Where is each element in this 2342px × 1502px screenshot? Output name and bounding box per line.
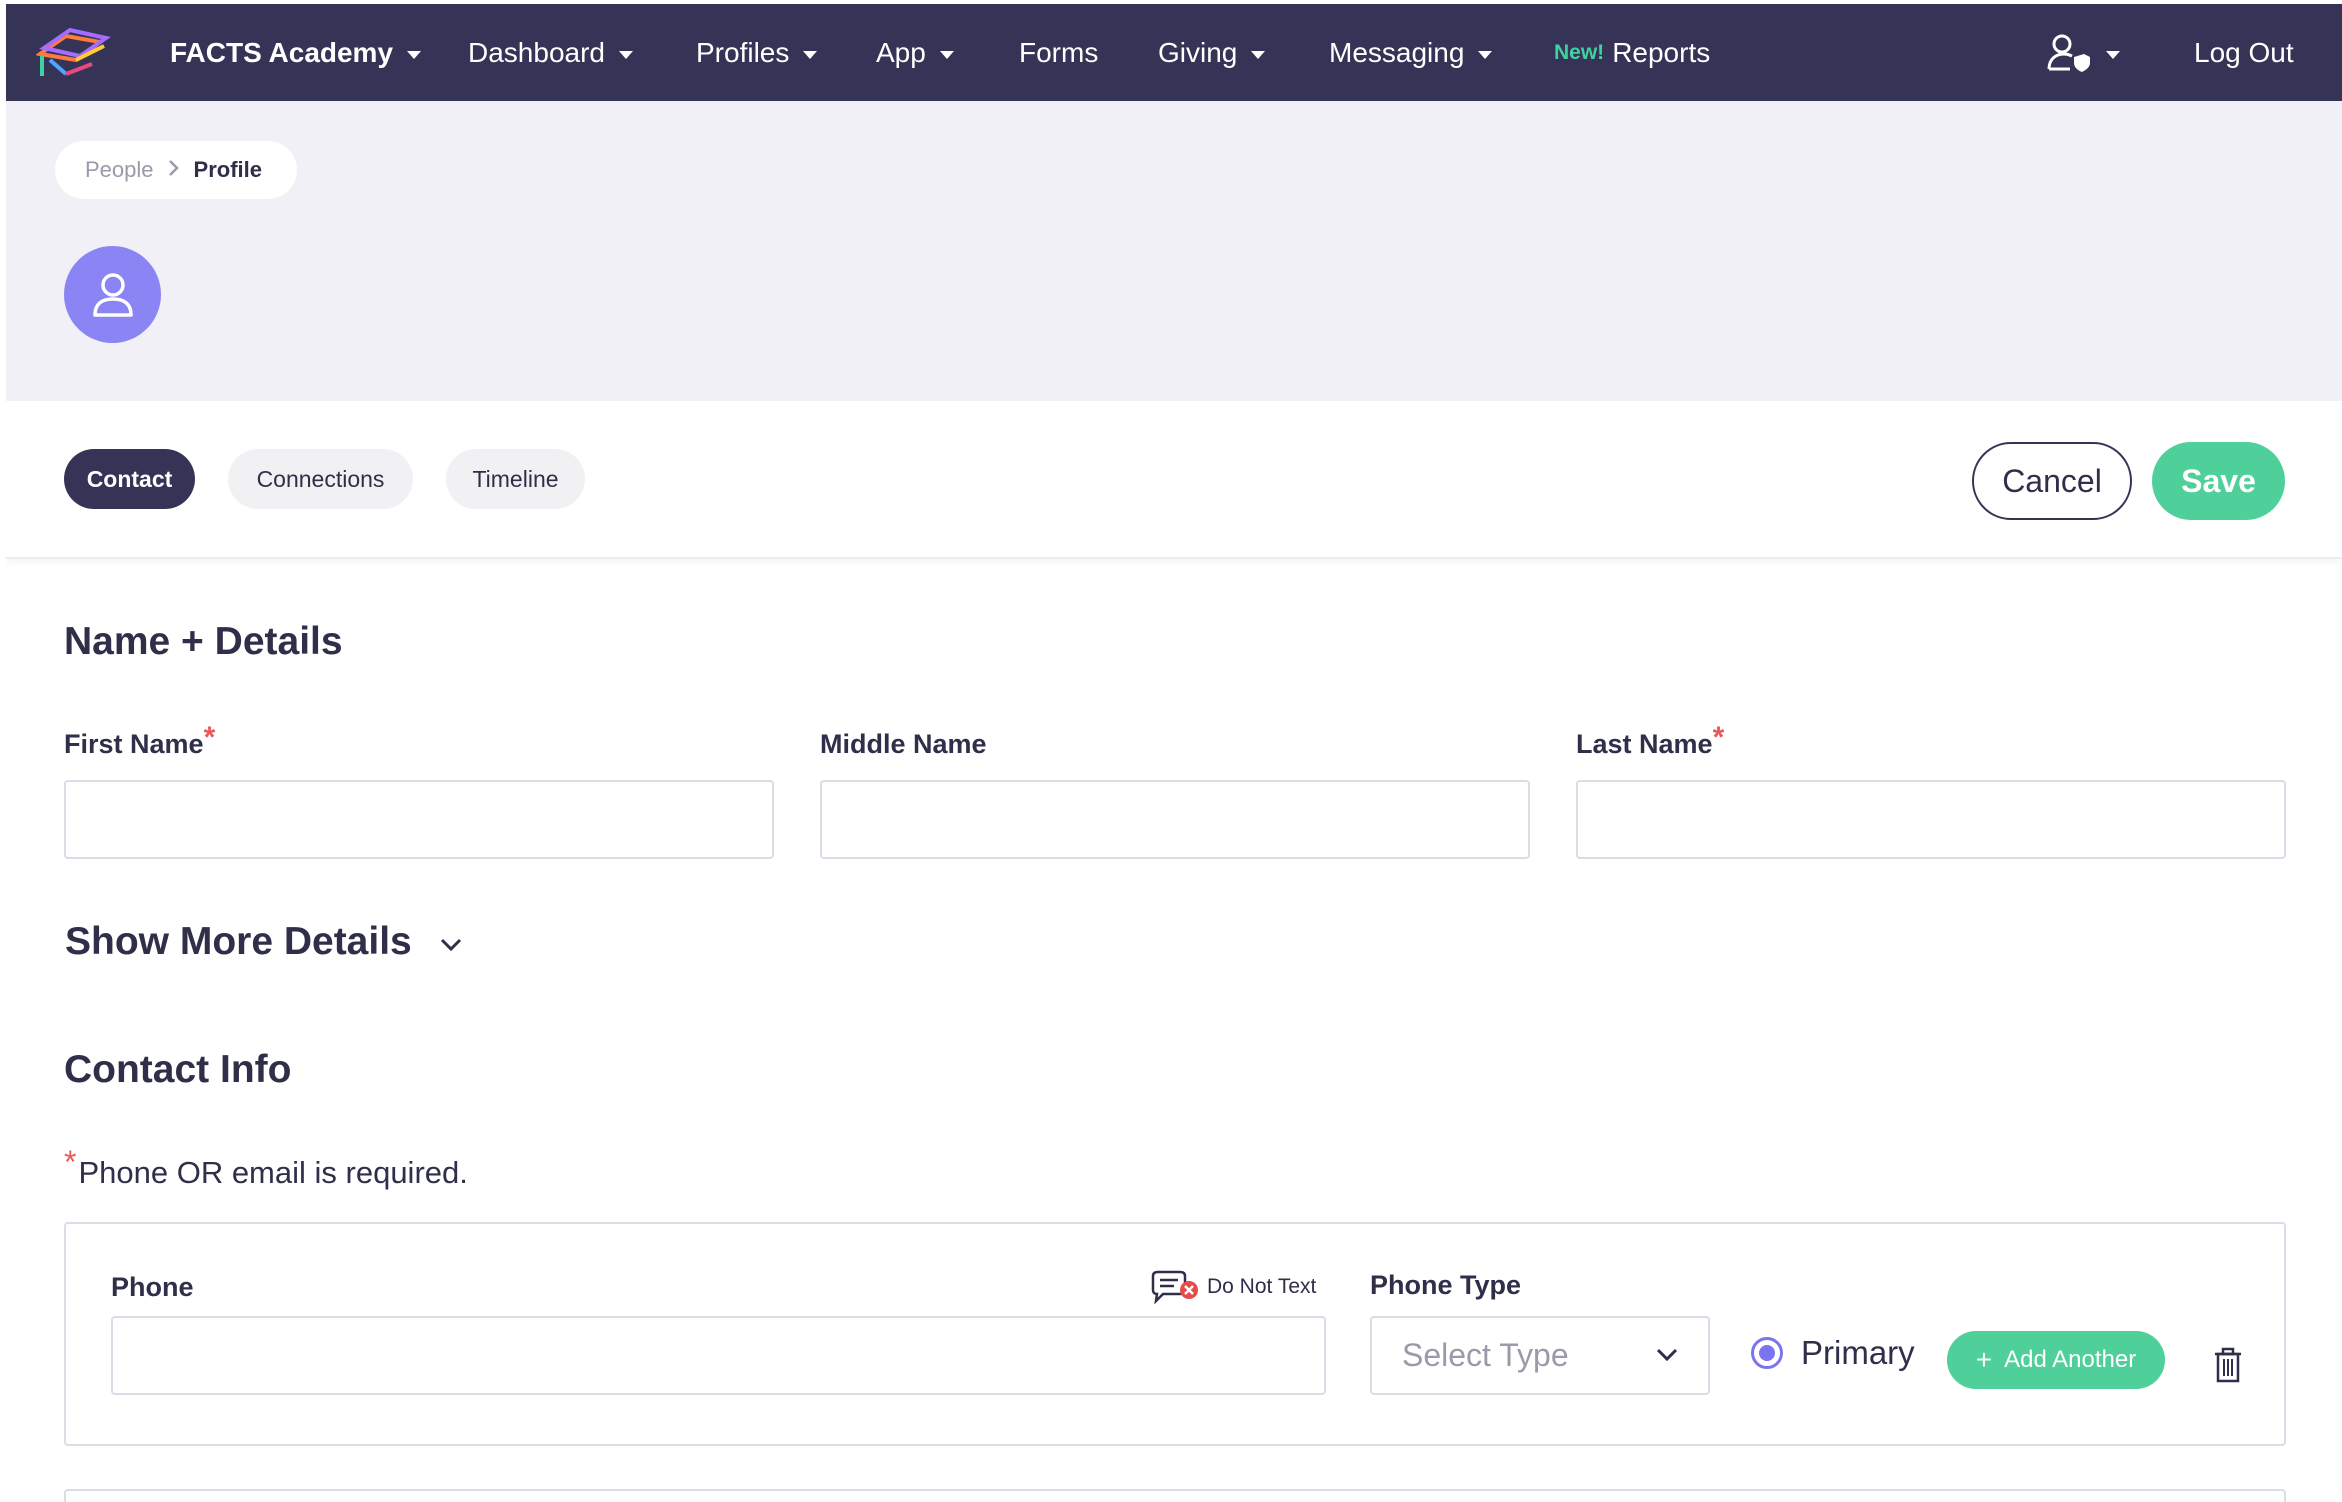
contact-info-heading: Contact Info	[64, 1048, 292, 1091]
show-more-details-toggle[interactable]: Show More Details	[65, 920, 462, 964]
nav-forms-label: Forms	[1019, 36, 1099, 68]
chevron-down-icon	[407, 50, 422, 59]
required-marker: *	[1712, 721, 1725, 754]
next-contact-card	[64, 1489, 2286, 1502]
nav-giving-label: Giving	[1158, 36, 1238, 68]
do-not-text-label: Do Not Text	[1207, 1275, 1317, 1298]
chevron-down-icon	[939, 50, 954, 59]
chevron-down-icon	[1251, 50, 1266, 59]
show-more-label: Show More Details	[65, 920, 412, 963]
last-name-label-text: Last Name	[1576, 729, 1713, 759]
required-note: *Phone OR email is required.	[64, 1144, 468, 1191]
nav-forms[interactable]: Forms	[1019, 4, 1098, 101]
required-marker: *	[64, 1144, 77, 1180]
nav-reports-label: Reports	[1612, 36, 1711, 68]
trash-icon[interactable]	[2213, 1347, 2243, 1383]
logo-icon[interactable]	[36, 26, 118, 82]
logout-link[interactable]: Log Out	[2194, 4, 2294, 101]
nav-giving[interactable]: Giving	[1158, 4, 1266, 101]
nav-brand-academy[interactable]: FACTS Academy	[170, 4, 422, 101]
nav-dashboard[interactable]: Dashboard	[468, 4, 633, 101]
logout-label: Log Out	[2194, 36, 2294, 68]
chevron-down-icon	[2106, 50, 2120, 59]
first-name-label-text: First Name	[64, 729, 204, 759]
radio-selected-dot	[1759, 1345, 1775, 1361]
add-another-phone-button[interactable]: + Add Another	[1947, 1331, 2165, 1389]
required-note-text: Phone OR email is required.	[78, 1155, 468, 1190]
first-name-label: First Name*	[64, 721, 215, 763]
breadcrumb: People Profile	[55, 141, 297, 199]
nav-messaging-label: Messaging	[1329, 36, 1465, 68]
nav-reports[interactable]: New! Reports	[1554, 4, 1710, 101]
nav-app[interactable]: App	[876, 4, 954, 101]
plus-icon: +	[1975, 1344, 1993, 1375]
chevron-down-icon	[618, 50, 633, 59]
nav-brand-label: FACTS Academy	[170, 36, 394, 68]
no-text-message-icon	[1151, 1270, 1198, 1304]
chevron-right-icon	[168, 157, 180, 183]
tab-timeline[interactable]: Timeline	[446, 449, 585, 509]
user-menu[interactable]	[2046, 4, 2120, 101]
chevron-down-icon	[803, 50, 818, 59]
chevron-down-icon	[1656, 1348, 1678, 1362]
phone-type-placeholder: Select Type	[1402, 1337, 1569, 1373]
nav-dashboard-label: Dashboard	[468, 36, 605, 68]
breadcrumb-current: Profile	[193, 157, 262, 182]
nav-app-label: App	[876, 36, 926, 68]
middle-name-input[interactable]	[820, 780, 1530, 859]
app-frame: FACTS Academy Dashboard Profiles App For…	[6, 4, 2342, 1502]
top-navbar: FACTS Academy Dashboard Profiles App For…	[6, 4, 2342, 101]
tabs-bar: Contact Connections Timeline Cancel Save	[6, 401, 2342, 559]
required-marker: *	[203, 721, 216, 754]
new-badge: New!	[1554, 40, 1605, 64]
phone-type-select[interactable]: Select Type	[1370, 1316, 1710, 1395]
tab-contact[interactable]: Contact	[64, 449, 195, 509]
do-not-text-toggle[interactable]: Do Not Text	[1149, 1270, 1316, 1304]
avatar[interactable]	[64, 246, 161, 343]
phone-type-label: Phone Type	[1370, 1270, 1522, 1300]
add-another-label: Add Another	[2004, 1346, 2137, 1373]
nav-profiles[interactable]: Profiles	[696, 4, 818, 101]
radio-button[interactable]	[1751, 1337, 1783, 1369]
first-name-input[interactable]	[64, 780, 774, 859]
middle-name-label: Middle Name	[820, 729, 987, 759]
save-button[interactable]: Save	[2152, 442, 2285, 520]
last-name-label: Last Name*	[1576, 721, 1724, 763]
phone-input[interactable]	[111, 1316, 1326, 1395]
user-shield-icon	[2047, 34, 2090, 72]
nav-messaging[interactable]: Messaging	[1329, 4, 1493, 101]
user-avatar-icon	[92, 272, 133, 317]
primary-label: Primary	[1801, 1334, 1915, 1371]
nav-profiles-label: Profiles	[696, 36, 790, 68]
tab-connections[interactable]: Connections	[228, 449, 413, 509]
phone-label: Phone	[111, 1272, 194, 1302]
chevron-down-icon	[1478, 50, 1493, 59]
primary-radio[interactable]: Primary	[1751, 1334, 1915, 1372]
breadcrumb-people-link[interactable]: People	[85, 157, 154, 183]
last-name-input[interactable]	[1576, 780, 2286, 859]
cancel-button[interactable]: Cancel	[1972, 442, 2132, 520]
name-details-heading: Name + Details	[64, 620, 343, 663]
profile-header: People Profile	[6, 101, 2342, 401]
chevron-down-icon	[440, 938, 461, 952]
